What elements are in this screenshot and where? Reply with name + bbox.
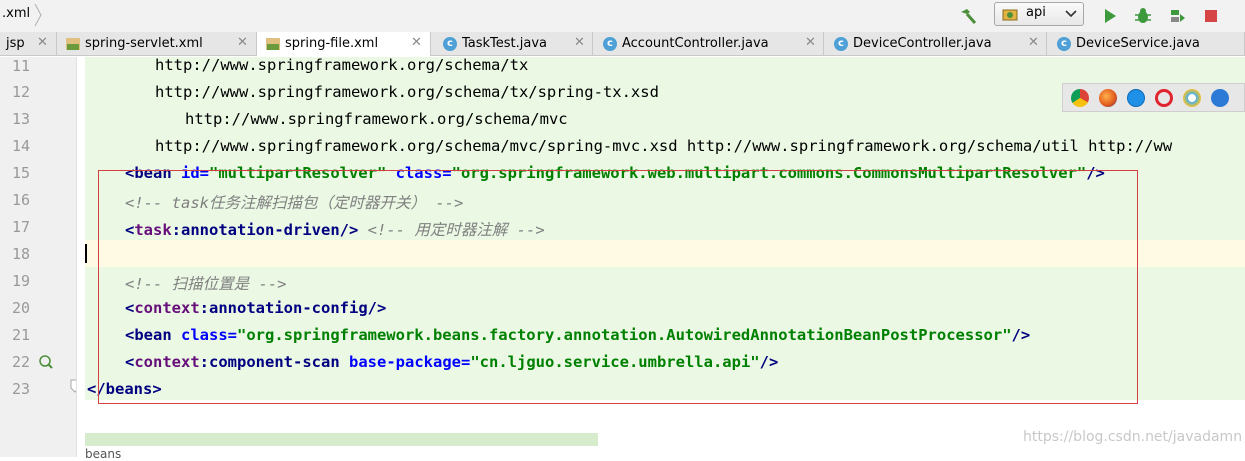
close-icon[interactable]: ✕	[237, 35, 248, 50]
line-number: 12	[11, 83, 30, 101]
breadcrumb-file[interactable]: .xml	[2, 6, 30, 21]
close-icon[interactable]: ✕	[411, 35, 422, 50]
chrome-icon[interactable]	[1071, 89, 1089, 107]
status-breadcrumb[interactable]: beans	[85, 447, 121, 461]
editor-tabs: jsp ✕ spring-servlet.xml ✕ spring-file.x…	[0, 32, 1245, 56]
breadcrumb-separator-icon	[34, 3, 42, 27]
close-icon[interactable]: ✕	[574, 35, 585, 50]
run-config-label: api	[1026, 5, 1046, 20]
horizontal-scrollbar[interactable]	[85, 433, 598, 446]
close-icon[interactable]: ✕	[1028, 35, 1039, 50]
hammer-icon[interactable]	[958, 6, 978, 26]
code-line-11: http://www.springframework.org/schema/tx	[155, 56, 529, 74]
close-icon[interactable]: ✕	[805, 35, 816, 50]
tab-label: jsp	[6, 36, 25, 51]
chevron-down-icon	[1065, 10, 1077, 18]
tab-spring-file-xml[interactable]: spring-file.xml ✕	[257, 32, 431, 56]
code-line-12: http://www.springframework.org/schema/tx…	[155, 83, 659, 101]
spring-bean-gutter-icon[interactable]	[38, 354, 54, 370]
safari-icon[interactable]	[1127, 89, 1145, 107]
java-class-icon: c	[1057, 37, 1071, 51]
main-toolbar: .xml api	[0, 0, 1245, 32]
browser-preview-bar	[1062, 83, 1245, 112]
java-class-icon: c	[603, 37, 617, 51]
stop-icon[interactable]	[1201, 6, 1221, 26]
line-number: 18	[11, 245, 30, 263]
tab-label: spring-file.xml	[285, 36, 379, 51]
tab-label: DeviceService.java	[1076, 36, 1200, 51]
line-number: 20	[11, 299, 30, 317]
line-number: 14	[11, 137, 30, 155]
line-number: 21	[11, 326, 30, 344]
tab-tasktest-java[interactable]: c TaskTest.java ✕	[431, 32, 593, 55]
debug-icon[interactable]	[1133, 6, 1153, 26]
xml-file-icon	[66, 38, 80, 50]
ie-icon[interactable]	[1183, 89, 1201, 107]
java-class-icon: c	[834, 37, 848, 51]
annotation-highlight-box	[98, 170, 1138, 404]
line-number: 15	[11, 164, 30, 182]
tab-devicecontroller-java[interactable]: c DeviceController.java ✕	[824, 32, 1047, 55]
tab-label: DeviceController.java	[853, 36, 992, 51]
java-class-icon: c	[443, 37, 457, 51]
line-number: 22	[11, 353, 30, 371]
firefox-icon[interactable]	[1099, 89, 1117, 107]
xml-file-icon	[266, 38, 280, 50]
tab-jsp[interactable]: jsp ✕	[0, 32, 57, 55]
line-number: 23	[11, 380, 30, 398]
line-number: 13	[11, 110, 30, 128]
code-line-14: http://www.springframework.org/schema/mv…	[155, 137, 1173, 155]
line-gutter[interactable]: 11 12 13 14 15 16 17 18 19 20 21 22 23	[0, 57, 80, 457]
tab-label: AccountController.java	[622, 36, 769, 51]
close-icon[interactable]: ✕	[37, 35, 48, 50]
line-number: 11	[11, 57, 30, 75]
text-caret	[85, 244, 87, 263]
run-config-selector[interactable]: api	[994, 2, 1084, 26]
tab-spring-servlet-xml[interactable]: spring-servlet.xml ✕	[57, 32, 257, 55]
tab-accountcontroller-java[interactable]: c AccountController.java ✕	[593, 32, 824, 55]
coverage-icon[interactable]	[1167, 6, 1187, 26]
line-number: 17	[11, 218, 30, 236]
tab-label: TaskTest.java	[462, 36, 548, 51]
tab-deviceservice-java[interactable]: c DeviceService.java	[1047, 32, 1245, 55]
opera-icon[interactable]	[1155, 89, 1173, 107]
code-line-13: http://www.springframework.org/schema/mv…	[185, 110, 568, 128]
line-number: 16	[11, 191, 30, 209]
tab-label: spring-servlet.xml	[85, 36, 203, 51]
watermark-text: https://blog.csdn.net/javadamn	[1023, 429, 1243, 445]
run-icon[interactable]	[1100, 6, 1120, 26]
run-config-icon	[1002, 9, 1018, 21]
line-number: 19	[11, 272, 30, 290]
edge-icon[interactable]	[1211, 89, 1229, 107]
